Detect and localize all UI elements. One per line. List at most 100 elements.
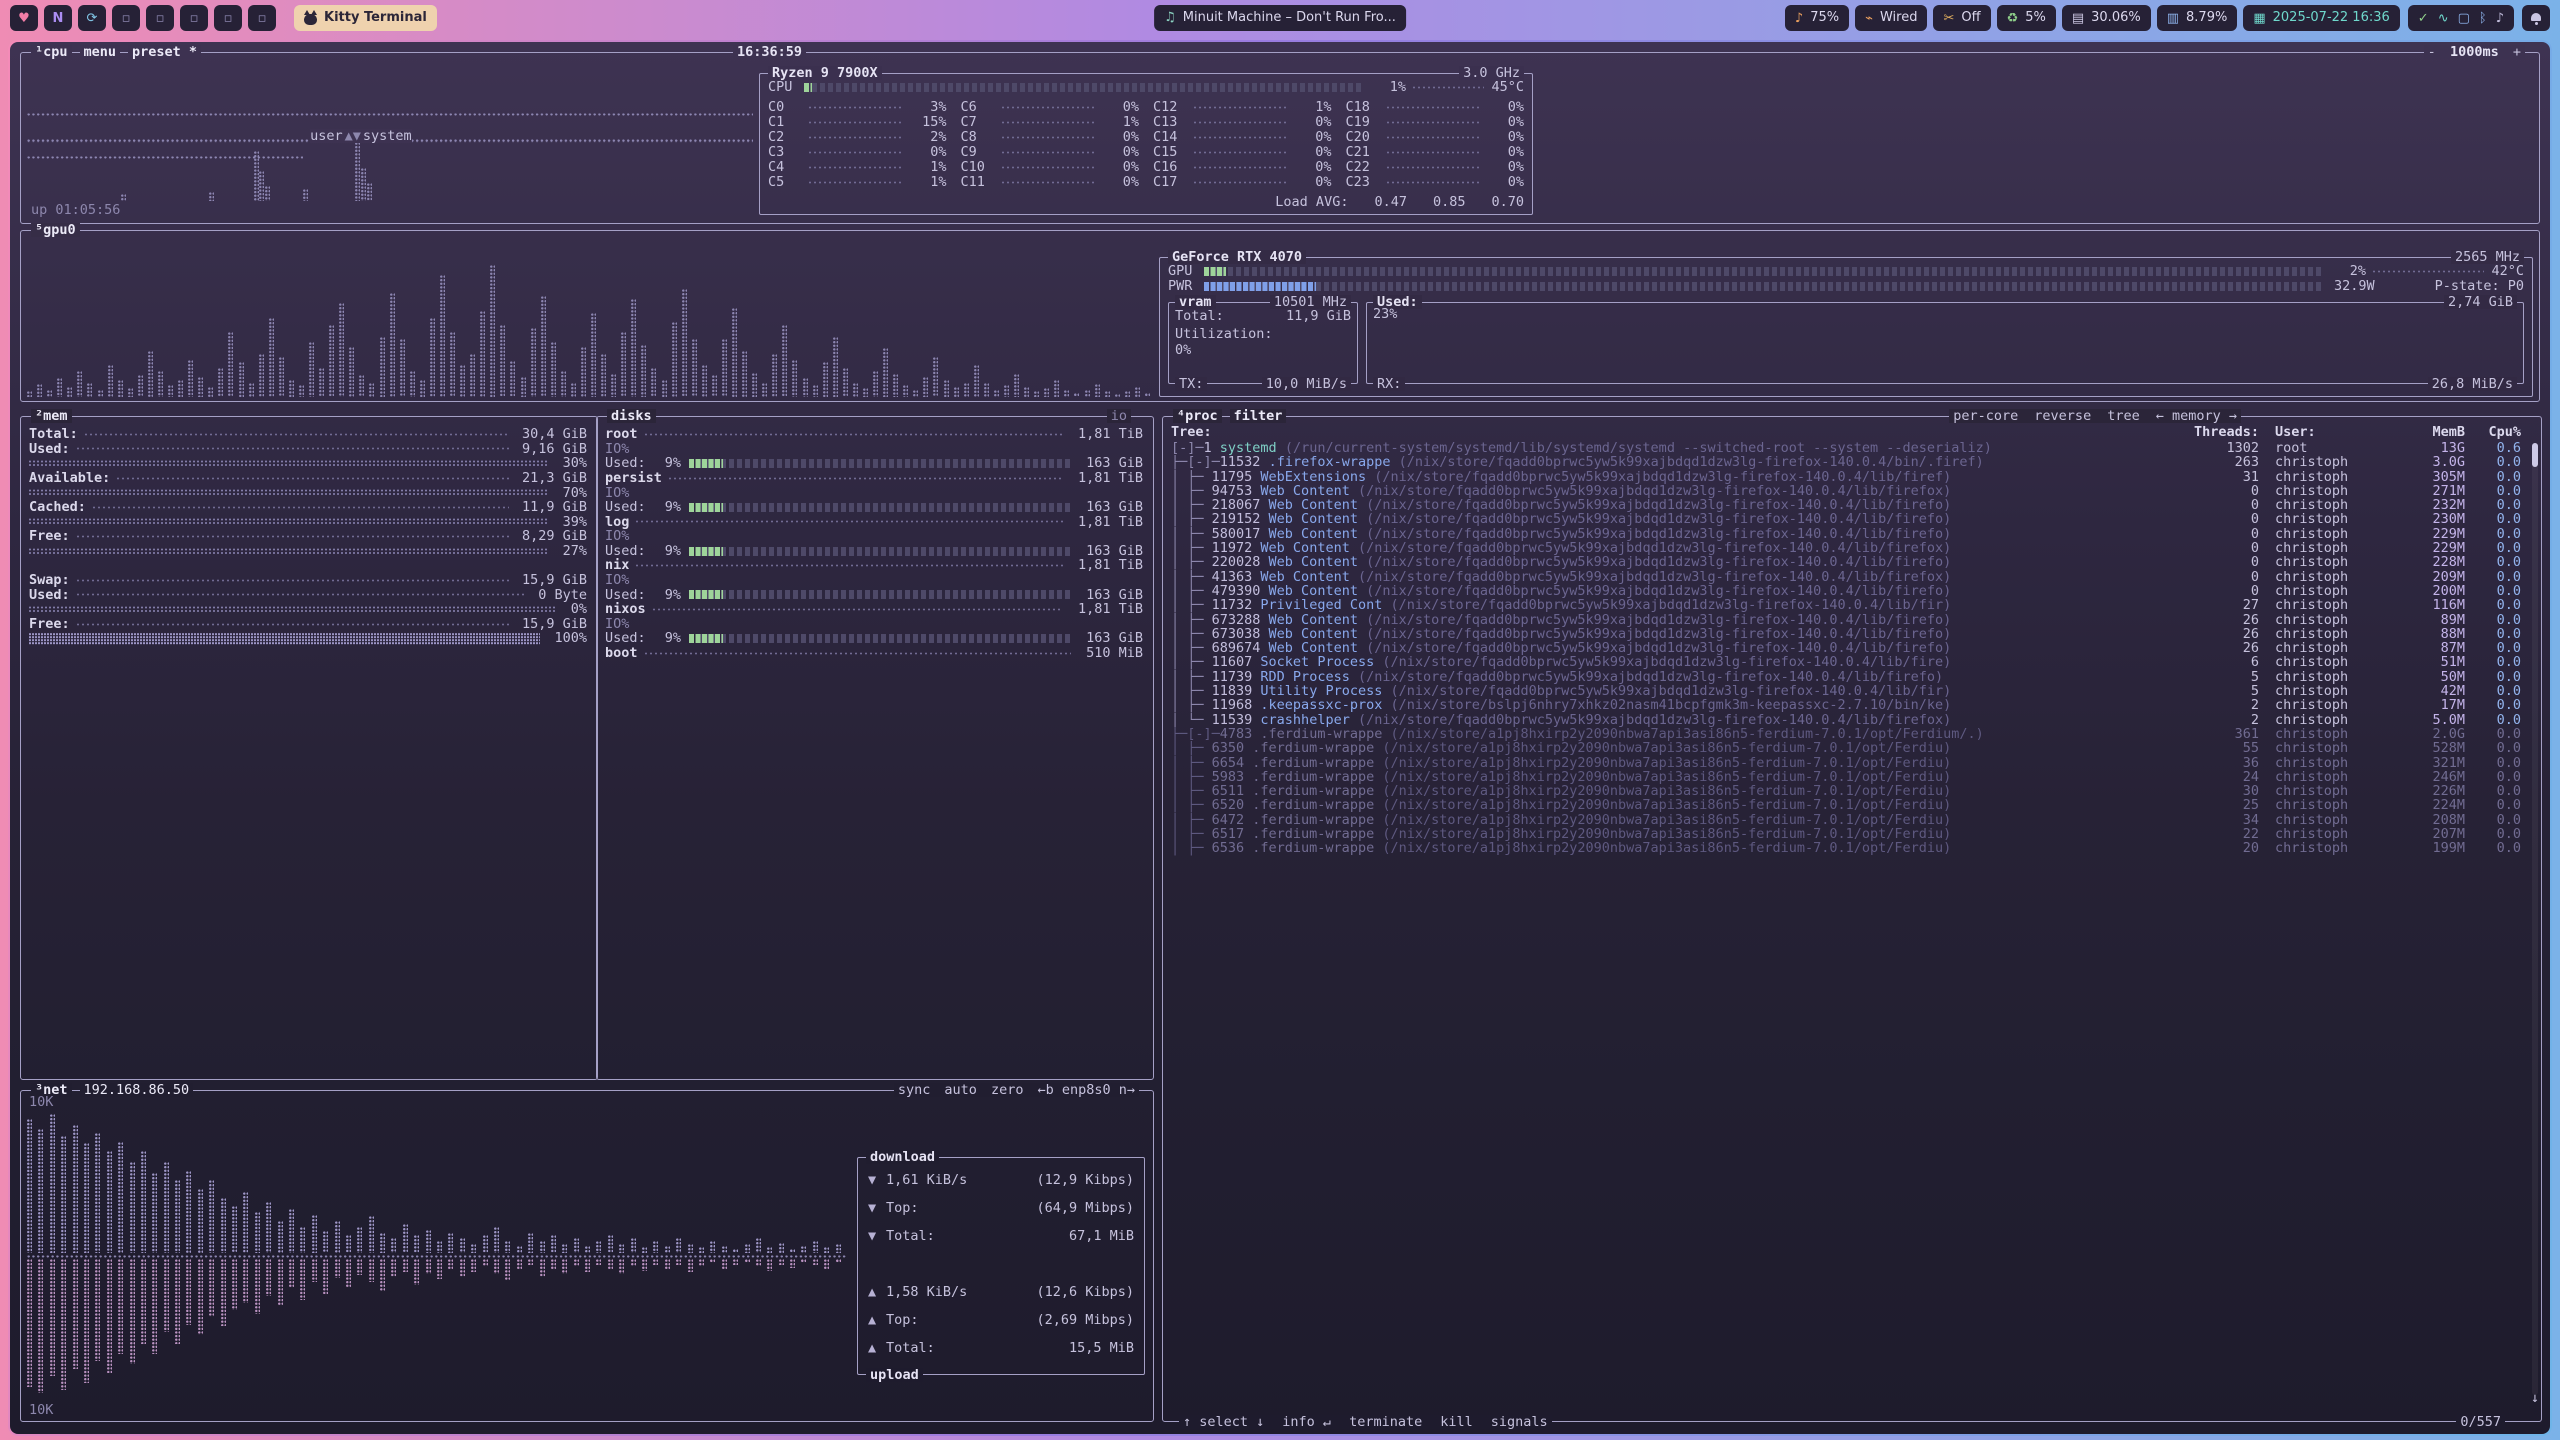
check-icon[interactable]: ✓ — [2418, 12, 2429, 25]
process-row[interactable]: │ ├─ 5983 .ferdium-wrappe (/nix/store/a1… — [1163, 770, 2527, 784]
process-row[interactable]: │ ├─ 689674 Web Content (/nix/store/fqad… — [1163, 641, 2527, 655]
process-row[interactable]: │ ├─ 11839 Utility Process (/nix/store/f… — [1163, 684, 2527, 698]
proc-footer-signals[interactable]: signals — [1491, 1415, 1548, 1429]
process-row[interactable]: │ ├─ 41363 Web Content (/nix/store/fqadd… — [1163, 570, 2527, 584]
disk-used-label: Used: — [605, 500, 651, 514]
process-row[interactable]: │ ├─ 673288 Web Content (/nix/store/fqad… — [1163, 613, 2527, 627]
process-row[interactable]: [-]─1 systemd (/run/current-system/syste… — [1163, 441, 2527, 455]
rate-decrease-button[interactable]: - — [2428, 44, 2436, 60]
process-scrollbar[interactable] — [2532, 443, 2538, 1395]
disk-usage-indicator[interactable]: ▥8.79% — [2157, 5, 2238, 31]
shortcut-1-button[interactable]: ▫ — [112, 5, 140, 31]
process-threads: 26 — [2185, 641, 2259, 655]
proc-toggle-reverse[interactable]: reverse — [2034, 409, 2091, 423]
bluetooth-icon[interactable]: ᛒ — [2479, 12, 2487, 25]
column-memb[interactable]: MemB — [2379, 425, 2465, 439]
shortcut-5-button[interactable]: ▫ — [248, 5, 276, 31]
net-graph-column — [517, 1246, 522, 1253]
process-cmdline: (/nix/store/fqadd0bprwc5yw5k99xajbdqd1dz… — [1358, 541, 1951, 555]
proc-footer-kill[interactable]: kill — [1440, 1415, 1473, 1429]
proc-toggle--memory-[interactable]: ← memory → — [2156, 409, 2237, 423]
process-row[interactable]: │ ├─ 11972 Web Content (/nix/store/fqadd… — [1163, 541, 2527, 555]
column-threads[interactable]: Threads: — [2185, 425, 2259, 439]
process-row[interactable]: │ ├─ 220028 Web Content (/nix/store/fqad… — [1163, 555, 2527, 569]
net-graph-column — [551, 1235, 556, 1253]
process-row[interactable]: │ ├─ 94753 Web Content (/nix/store/fqadd… — [1163, 484, 2527, 498]
shortcut-3-button[interactable]: ▫ — [180, 5, 208, 31]
network-indicator[interactable]: ⌁Wired — [1855, 5, 1927, 31]
process-table-header: Tree: Threads: User: MemB Cpu% — [1163, 425, 2527, 439]
proc-toggle-tree[interactable]: tree — [2107, 409, 2140, 423]
launcher-button[interactable]: ♥ — [10, 5, 38, 31]
process-row[interactable]: │ ├─ 6536 .ferdium-wrappe (/nix/store/a1… — [1163, 841, 2527, 855]
disk-used-bar — [689, 459, 1071, 468]
disk-leader — [669, 477, 1063, 480]
io-toggle[interactable]: io — [1107, 409, 1131, 423]
core-label: C17 — [1153, 175, 1187, 189]
proc-footer-info-[interactable]: info ↵ — [1282, 1415, 1331, 1429]
idle-inhibitor-indicator[interactable]: ✂Off — [1933, 5, 1990, 31]
process-row[interactable]: │ ├─ 6520 .ferdium-wrappe (/nix/store/a1… — [1163, 798, 2527, 812]
process-row[interactable]: ├─[-]─11532 .firefox-wrappe (/nix/store/… — [1163, 455, 2527, 469]
updates-button[interactable]: ⟳ — [78, 5, 106, 31]
nix-button[interactable]: N — [44, 5, 72, 31]
music-player-button[interactable]: ♫ Minuit Machine – Don't Run Fro... — [1154, 5, 1406, 31]
process-tree-glyph: │ ├─ — [1171, 584, 1212, 598]
process-row[interactable]: │ ├─ 580017 Web Content (/nix/store/fqad… — [1163, 527, 2527, 541]
kitty-terminal-button[interactable]: Kitty Terminal — [294, 5, 437, 31]
process-row[interactable]: │ ├─ 479390 Web Content (/nix/store/fqad… — [1163, 584, 2527, 598]
process-row[interactable]: │ ├─ 673038 Web Content (/nix/store/fqad… — [1163, 627, 2527, 641]
net-control-auto[interactable]: auto — [944, 1083, 977, 1097]
volume-value: 75% — [1810, 11, 1839, 25]
display-icon[interactable]: ▢ — [2458, 12, 2470, 25]
net-control--b-enp8s0-n-[interactable]: ←b enp8s0 n→ — [1037, 1083, 1135, 1097]
column-cpu[interactable]: Cpu% — [2465, 425, 2521, 439]
gpu-graph-spike — [128, 388, 133, 397]
process-row[interactable]: ├─[-]─4783 .ferdium-wrappe (/nix/store/a… — [1163, 727, 2527, 741]
proc-footer-terminate[interactable]: terminate — [1349, 1415, 1422, 1429]
process-row[interactable]: │ ├─ 11732 Privileged Cont (/nix/store/f… — [1163, 598, 2527, 612]
process-row[interactable]: │ ├─ 11968 .keepassxc-prox (/nix/store/b… — [1163, 698, 2527, 712]
core-row: C160% — [1153, 160, 1332, 175]
proc-toggle-per-core[interactable]: per-core — [1953, 409, 2018, 423]
process-row[interactable]: │ ├─ 6511 .ferdium-wrappe (/nix/store/a1… — [1163, 784, 2527, 798]
process-row[interactable]: │ ├─ 6350 .ferdium-wrappe (/nix/store/a1… — [1163, 741, 2527, 755]
process-row[interactable]: │ ├─ 6517 .ferdium-wrappe (/nix/store/a1… — [1163, 827, 2527, 841]
shortcut-4-button[interactable]: ▫ — [214, 5, 242, 31]
memory-usage-indicator[interactable]: ▤30.06% — [2062, 5, 2151, 31]
net-control-zero[interactable]: zero — [991, 1083, 1024, 1097]
clock-indicator[interactable]: ▦2025-07-22 16:36 — [2243, 5, 2399, 31]
process-row[interactable]: │ ├─ 11607 Socket Process (/nix/store/fq… — [1163, 655, 2527, 669]
cpu-menu-button[interactable]: menu — [80, 45, 121, 59]
shortcut-2-button[interactable]: ▫ — [146, 5, 174, 31]
filter-button[interactable]: filter — [1230, 409, 1287, 423]
process-row[interactable]: │ ├─ 219152 Web Content (/nix/store/fqad… — [1163, 512, 2527, 526]
cpu-usage-indicator[interactable]: ♻5% — [1997, 5, 2056, 31]
scrollbar-thumb[interactable] — [2532, 443, 2538, 467]
process-row[interactable]: │ ├─ 11795 WebExtensions (/nix/store/fqa… — [1163, 470, 2527, 484]
process-row[interactable]: │ └─ 11539 crashhelper (/nix/store/fqadd… — [1163, 713, 2527, 727]
signal-icon[interactable]: ∿ — [2438, 12, 2449, 25]
net-graph-column — [221, 1198, 226, 1253]
process-command: │ ├─ 41363 Web Content (/nix/store/fqadd… — [1171, 570, 2185, 584]
scroll-down-icon[interactable]: ↓ — [2531, 1391, 2539, 1405]
column-tree[interactable]: Tree: — [1171, 425, 2185, 439]
volume-indicator[interactable]: ♪75% — [1785, 5, 1849, 31]
process-row[interactable]: │ ├─ 6472 .ferdium-wrappe (/nix/store/a1… — [1163, 813, 2527, 827]
net-control-sync[interactable]: sync — [898, 1083, 931, 1097]
net-graph-column — [779, 1259, 784, 1265]
process-row[interactable]: │ ├─ 218067 Web Content (/nix/store/fqad… — [1163, 498, 2527, 512]
process-row[interactable]: │ ├─ 11739 RDD Process (/nix/store/fqadd… — [1163, 670, 2527, 684]
cpu-preset-button[interactable]: preset * — [128, 45, 201, 59]
rate-increase-button[interactable]: + — [2513, 44, 2521, 60]
proc-footer--select-[interactable]: ↑ select ↓ — [1183, 1415, 1264, 1429]
core-percent: 0% — [1296, 130, 1332, 144]
memory-row: 39% — [29, 515, 587, 530]
process-threads: 20 — [2185, 841, 2259, 855]
column-user[interactable]: User: — [2259, 425, 2379, 439]
notifications-button[interactable] — [2522, 5, 2550, 31]
process-row[interactable]: │ ├─ 6654 .ferdium-wrappe (/nix/store/a1… — [1163, 756, 2527, 770]
mic-icon[interactable]: ♪ — [2496, 12, 2504, 25]
gpu-graph-spike — [521, 377, 526, 397]
process-memory: 17M — [2379, 698, 2465, 712]
